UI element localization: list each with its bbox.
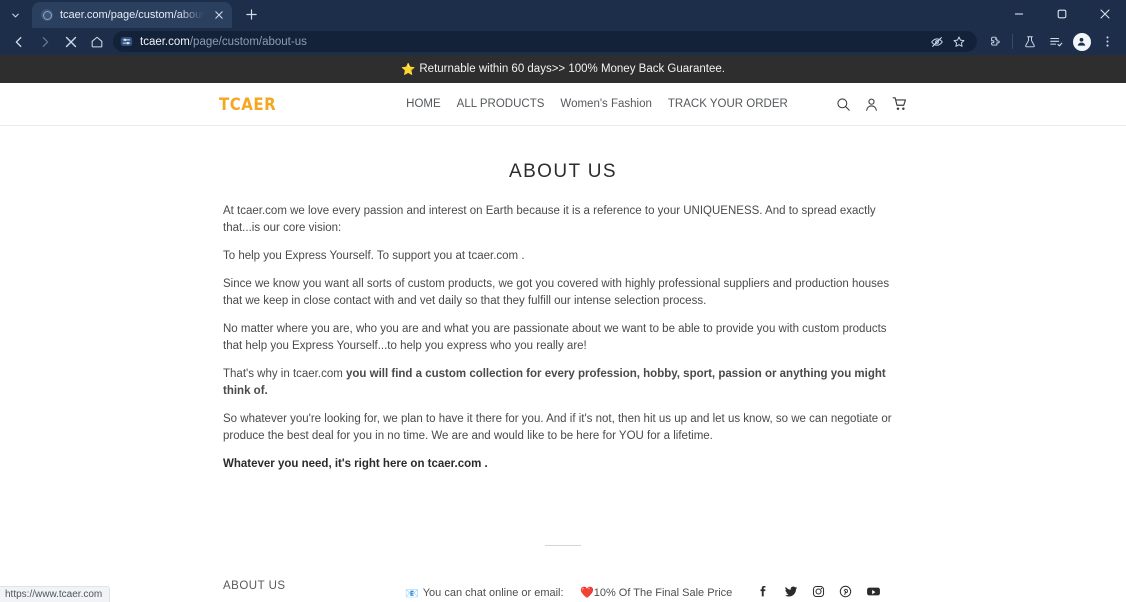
social-icon-row: [748, 584, 916, 599]
about-paragraph-6: So whatever you're looking for, we plan …: [223, 413, 892, 443]
footer-link-about-us[interactable]: ABOUT US: [223, 580, 405, 592]
nav-item-track-your-order[interactable]: TRACK YOUR ORDER: [668, 98, 788, 110]
footer-social-column: PPayPal VISA AMEX DISCOVER: [748, 580, 916, 602]
reading-list-icon[interactable]: [1043, 29, 1068, 54]
maximize-button[interactable]: [1040, 0, 1083, 28]
heart-emoji-icon: ❤️: [580, 587, 594, 600]
header-icon-group: [836, 96, 908, 112]
about-paragraph-5: That's why in tcaer.com you will find a …: [223, 366, 903, 400]
about-paragraph-4: No matter where you are, who you are and…: [223, 323, 887, 353]
tab-strip: tcaer.com/page/custom/about: [0, 0, 1126, 28]
youtube-icon[interactable]: [866, 584, 881, 599]
close-window-button[interactable]: [1083, 0, 1126, 28]
address-bar[interactable]: tcaer.com/page/custom/about-us: [113, 31, 977, 52]
site-footer: ABOUT US CONTACT US TRACK YOUR ORDER 📧 Y…: [0, 546, 1126, 602]
footer-contact-heading: You can chat online or email:: [422, 587, 564, 600]
profile-icon[interactable]: [1069, 29, 1094, 54]
three-dots-icon[interactable]: [1095, 29, 1120, 54]
page-viewport: ⭐ Returnable within 60 days>> 100% Money…: [0, 55, 1126, 602]
page-title: ABOUT US: [509, 161, 617, 182]
instagram-icon[interactable]: [812, 585, 825, 598]
nav-item-home[interactable]: HOME: [406, 98, 441, 110]
footer-unicef-text-1: 10% Of The Final Sale Price Will Support…: [593, 587, 733, 600]
tab-title: tcaer.com/page/custom/about: [60, 9, 205, 21]
site-logo[interactable]: TCAER: [219, 94, 276, 115]
star-icon[interactable]: [949, 32, 969, 52]
window-controls: [997, 0, 1126, 28]
footer-unicef-column: ❤️10% Of The Final Sale Price Will Suppo…: [580, 580, 748, 602]
close-icon[interactable]: [211, 8, 226, 23]
browser-window: tcaer.com/page/custom/about tcaer.com/pa…: [0, 0, 1126, 602]
footer-contact-column: 📧 You can chat online or email: service@…: [405, 580, 580, 602]
stop-loading-icon[interactable]: [58, 29, 83, 54]
about-paragraph-3: Since we know you want all sorts of cust…: [223, 278, 890, 308]
star-emoji-icon: ⭐: [401, 64, 416, 76]
home-icon[interactable]: [84, 29, 109, 54]
footer-unicef-line-1: ❤️10% Of The Final Sale Price Will Suppo…: [580, 586, 748, 602]
about-paragraph-1: At tcaer.com we love every passion and i…: [223, 205, 876, 235]
page-content: ABOUT US At tcaer.com we love every pass…: [0, 161, 1126, 547]
new-tab-button[interactable]: [238, 1, 264, 27]
about-paragraph-2: To help you Express Yourself. To support…: [223, 250, 525, 263]
main-navigation: HOME ALL PRODUCTS Women's Fashion TRACK …: [406, 98, 788, 110]
footer-contact-heading-row: 📧 You can chat online or email:: [405, 587, 580, 600]
url-text: tcaer.com/page/custom/about-us: [140, 36, 922, 48]
flask-icon[interactable]: [1017, 29, 1042, 54]
browser-toolbar: tcaer.com/page/custom/about-us: [0, 28, 1126, 55]
footer-links-column: ABOUT US CONTACT US TRACK YOUR ORDER: [223, 580, 405, 602]
cart-icon[interactable]: [892, 96, 908, 112]
tab-search-icon[interactable]: [2, 2, 28, 28]
url-domain: tcaer.com: [140, 35, 190, 48]
nav-item-all-products[interactable]: ALL PRODUCTS: [457, 98, 545, 110]
minimize-button[interactable]: [997, 0, 1040, 28]
about-paragraph-5-lead: That's why in tcaer.com: [223, 368, 346, 381]
nav-item-womens-fashion[interactable]: Women's Fashion: [560, 98, 651, 110]
envelope-emoji-icon: 📧: [405, 588, 419, 601]
url-path: /page/custom/about-us: [189, 35, 307, 48]
arrow-left-icon[interactable]: [6, 29, 31, 54]
browser-tab[interactable]: tcaer.com/page/custom/about: [32, 2, 233, 28]
announcement-text: Returnable within 60 days>> 100% Money B…: [419, 63, 725, 75]
puzzle-icon[interactable]: [983, 29, 1008, 54]
tune-icon[interactable]: [117, 33, 135, 51]
globe-icon: [41, 9, 53, 21]
about-paragraph-7: Whatever you need, it's right here on tc…: [223, 458, 488, 471]
account-icon[interactable]: [864, 97, 879, 112]
twitter-icon[interactable]: [784, 585, 798, 599]
status-bubble: https://www.tcaer.com: [0, 586, 111, 602]
arrow-right-icon[interactable]: [32, 29, 57, 54]
eye-off-icon[interactable]: [927, 32, 947, 52]
pinterest-icon[interactable]: [839, 585, 852, 598]
site-header: TCAER HOME ALL PRODUCTS Women's Fashion …: [0, 83, 1126, 126]
search-icon[interactable]: [836, 97, 851, 112]
toolbar-divider: [1012, 34, 1013, 49]
facebook-icon[interactable]: [757, 585, 770, 598]
announcement-bar: ⭐ Returnable within 60 days>> 100% Money…: [0, 55, 1126, 83]
